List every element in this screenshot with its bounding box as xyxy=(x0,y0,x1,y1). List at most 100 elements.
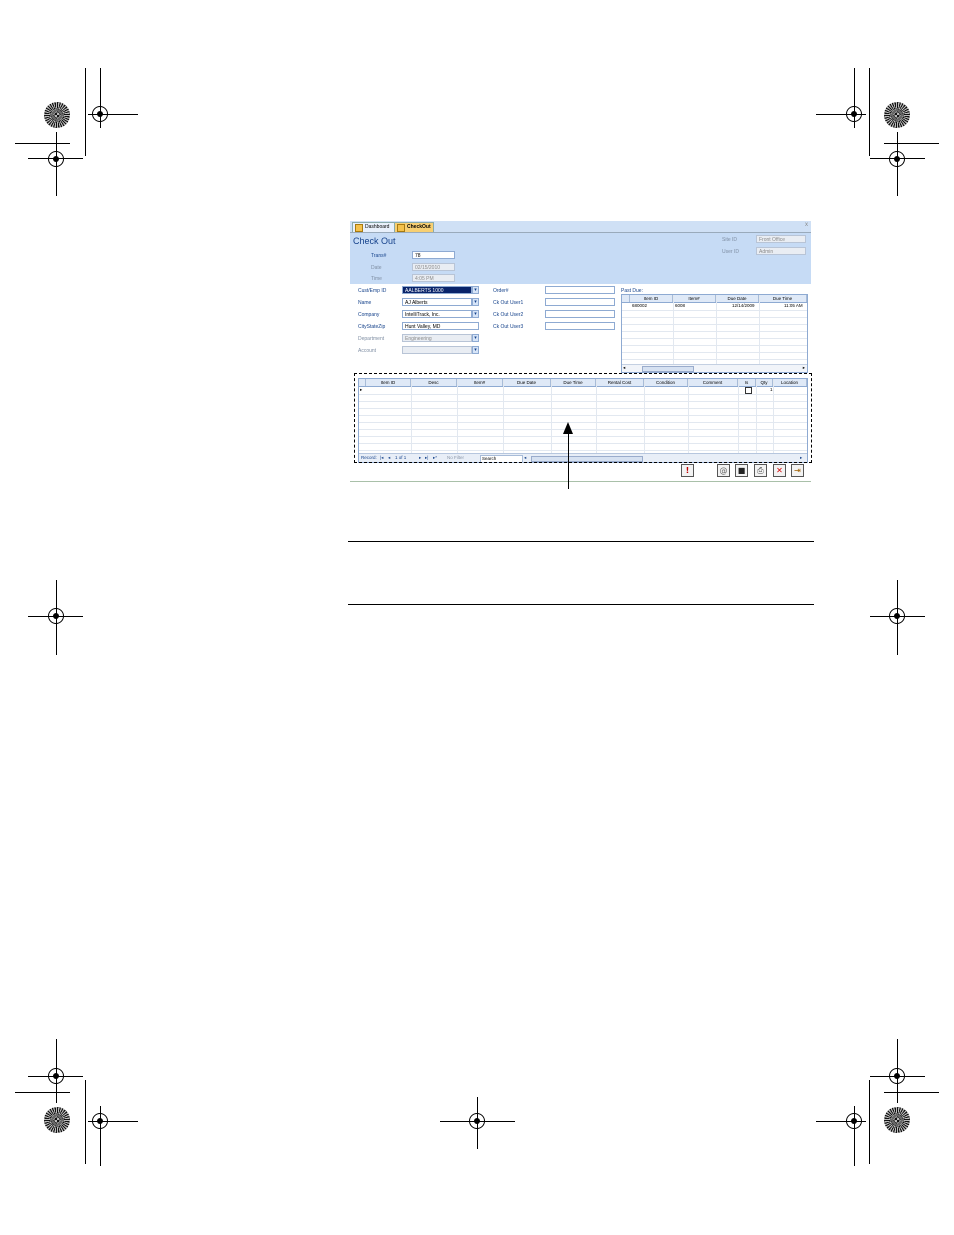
grid-line xyxy=(622,352,807,353)
crop-mark xyxy=(854,68,855,128)
callout-arrow xyxy=(568,432,569,489)
crop-mark xyxy=(28,158,83,159)
registration-mark-icon xyxy=(44,147,68,171)
tab-label: CheckOut xyxy=(407,224,431,230)
table-cell: 6008 xyxy=(675,303,686,308)
crop-mark xyxy=(15,1092,70,1093)
name-combo[interactable]: AJ Alberts xyxy=(402,298,472,306)
crop-mark xyxy=(100,1106,101,1166)
ckout-user1-field[interactable] xyxy=(545,298,615,306)
table-row[interactable]: 680002 6008 12/14/2009 11:05 AM xyxy=(622,303,807,309)
stop-button[interactable]: ■ xyxy=(735,464,748,477)
past-due-grid: Item ID Item# Due Date Due Time 680002 6… xyxy=(621,294,808,373)
close-icon[interactable]: x xyxy=(805,222,808,228)
registration-mark-icon xyxy=(885,604,909,628)
name-label: Name xyxy=(358,300,372,306)
cust-combo[interactable]: AALBERTS 1000 xyxy=(402,286,472,294)
column-header[interactable]: Item# xyxy=(673,295,716,302)
time-label: Time xyxy=(371,276,382,282)
grid-line xyxy=(622,310,807,311)
order-field[interactable] xyxy=(545,286,615,294)
grid-line xyxy=(622,317,807,318)
form-header: Check Out Trans# 78 Date 02/15/2010 Time… xyxy=(350,233,811,284)
column-header[interactable]: Due Date xyxy=(716,295,759,302)
form-icon xyxy=(355,224,363,232)
scroll-left-icon[interactable]: ◂ xyxy=(623,365,625,371)
callout-box xyxy=(354,373,812,463)
ckout-user1-label: Ck Out User1 xyxy=(493,300,524,306)
table-cell: 12/14/2009 xyxy=(732,303,755,308)
registration-mark-icon xyxy=(465,1109,489,1133)
chevron-down-icon[interactable]: ▾ xyxy=(472,298,479,306)
horizontal-scrollbar[interactable]: ◂ ▸ xyxy=(622,364,807,372)
date-field: 02/15/2010 xyxy=(412,263,455,271)
account-label: Account xyxy=(358,348,377,354)
tab-bar: Dashboard CheckOut x xyxy=(350,221,811,233)
crop-mark xyxy=(85,1080,86,1164)
exit-button[interactable]: ⇥ xyxy=(791,464,804,477)
user-label: User ID xyxy=(722,249,739,255)
color-target-icon xyxy=(44,1107,70,1133)
company-combo[interactable]: IntelliTrack, Inc. xyxy=(402,310,472,318)
crop-mark xyxy=(100,68,101,128)
table-cell: 680002 xyxy=(632,303,648,308)
cust-label: Cust/Emp ID xyxy=(358,288,387,294)
tab-label: Dashboard xyxy=(365,224,390,230)
alert-button[interactable]: ! xyxy=(681,464,694,477)
order-label: Order# xyxy=(493,288,509,294)
form-icon xyxy=(397,224,405,232)
column-header[interactable]: Due Time xyxy=(759,295,807,302)
ckout-user3-field[interactable] xyxy=(545,322,615,330)
trans-field[interactable]: 78 xyxy=(412,251,455,259)
row-selector xyxy=(622,295,630,302)
grid-line xyxy=(759,295,760,365)
delete-button[interactable]: ✕ xyxy=(773,464,786,477)
column-header[interactable]: Item ID xyxy=(630,295,673,302)
time-field: 4:05 PM xyxy=(412,274,455,282)
email-button[interactable]: @ xyxy=(717,464,730,477)
scroll-thumb[interactable] xyxy=(642,366,694,372)
grid-line xyxy=(622,338,807,339)
tab-dashboard[interactable]: Dashboard xyxy=(352,222,396,232)
divider xyxy=(350,481,811,482)
grid-line xyxy=(673,295,674,365)
department-combo: Engineering xyxy=(402,334,472,342)
crop-mark xyxy=(870,158,925,159)
department-label: Department xyxy=(358,336,385,342)
site-label: Site ID xyxy=(722,237,738,243)
grid-line xyxy=(622,359,807,360)
crop-mark xyxy=(869,1080,870,1164)
chevron-down-icon[interactable]: ▾ xyxy=(472,310,479,318)
date-label: Date xyxy=(371,265,382,271)
crop-mark xyxy=(884,143,939,144)
grid-header: Item ID Item# Due Date Due Time xyxy=(622,295,807,303)
ckout-user2-field[interactable] xyxy=(545,310,615,318)
grid-line xyxy=(622,331,807,332)
site-field: Front Office xyxy=(756,235,806,243)
ckout-user3-label: Ck Out User3 xyxy=(493,324,524,330)
city-label: CityStateZip xyxy=(358,324,386,330)
color-target-icon xyxy=(44,102,70,128)
registration-mark-icon xyxy=(44,604,68,628)
registration-mark-icon xyxy=(44,1064,68,1088)
crop-mark xyxy=(884,1092,939,1093)
arrowhead-icon xyxy=(563,422,573,434)
registration-mark-icon xyxy=(885,147,909,171)
crop-mark xyxy=(854,1106,855,1166)
city-field[interactable]: Hunt Valley, MD xyxy=(402,322,479,330)
rule-line xyxy=(348,604,814,605)
grid-line xyxy=(622,345,807,346)
chevron-down-icon: ▾ xyxy=(472,334,479,342)
company-label: Company xyxy=(358,312,380,318)
crop-mark xyxy=(15,143,70,144)
scroll-right-icon[interactable]: ▸ xyxy=(803,365,805,371)
print-button[interactable]: ⎙ xyxy=(754,464,767,477)
grid-line xyxy=(622,324,807,325)
crop-mark xyxy=(85,68,86,156)
crop-mark xyxy=(869,68,870,156)
tab-checkout[interactable]: CheckOut xyxy=(394,222,434,232)
color-target-icon xyxy=(884,1107,910,1133)
user-field: Admin xyxy=(756,247,806,255)
chevron-down-icon[interactable]: ▾ xyxy=(472,286,479,294)
table-cell: 11:05 AM xyxy=(784,303,803,308)
